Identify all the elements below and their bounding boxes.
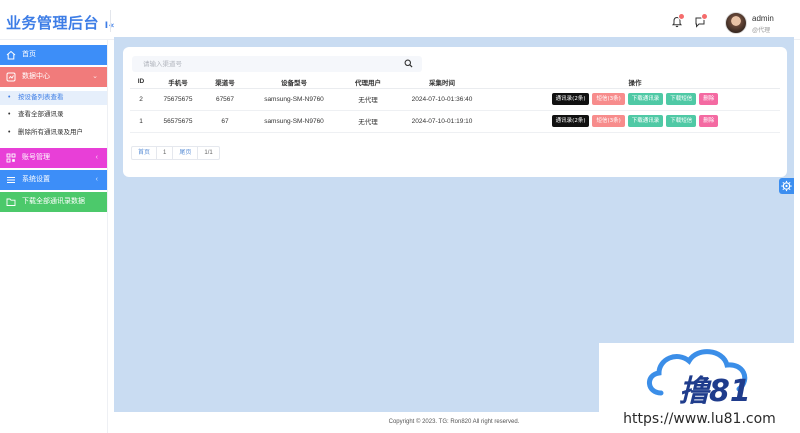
watermark: 撸81 https://www.lu81.com xyxy=(599,343,800,433)
sidebar-subitem-label: 查看全部通讯录 xyxy=(18,111,64,118)
delete-button[interactable]: 删除 xyxy=(699,115,719,127)
search-input[interactable] xyxy=(132,56,422,72)
contacts-button[interactable]: 通讯录(2条) xyxy=(551,93,590,105)
cell-id: 1 xyxy=(130,110,152,133)
pagination-first[interactable]: 首页 xyxy=(132,147,158,159)
notification-badge xyxy=(678,13,685,20)
cell-agent: 无代理 xyxy=(342,88,394,111)
bullet-icon: • xyxy=(8,129,11,136)
pagination-summary: 1/1 xyxy=(204,150,213,156)
sidebar-item-label: 数据中心 xyxy=(22,73,50,80)
app-title-text: 业务管理后台 xyxy=(6,14,100,32)
bullet-icon: • xyxy=(8,94,11,101)
sms-button[interactable]: 短信(3条) xyxy=(592,115,625,127)
gear-icon xyxy=(781,180,792,192)
row-actions: 通讯录(2条) 短信(3条) 下载通讯录 下载短信 删除 xyxy=(490,115,780,127)
settings-float-button[interactable] xyxy=(779,178,794,194)
table-header-row: ID 手机号 渠道号 设备型号 代理用户 采集时间 操作 xyxy=(130,76,780,89)
sidebar-item-label: 首页 xyxy=(22,51,36,58)
sidebar-subitem-delete-all[interactable]: • 删除所有通讯录及用户 xyxy=(0,126,107,140)
avatar[interactable] xyxy=(725,12,747,34)
download-contacts-button[interactable]: 下载通讯录 xyxy=(627,93,664,105)
column-header-agent: 代理用户 xyxy=(342,76,394,89)
column-header-actions: 操作 xyxy=(490,76,780,89)
sidebar-item-settings[interactable]: 系统设置 ‹ xyxy=(0,170,107,190)
sidebar-item-home[interactable]: 首页 xyxy=(0,45,107,65)
message-badge xyxy=(701,13,708,20)
watermark-url: https://www.lu81.com xyxy=(623,411,776,427)
search-icon[interactable] xyxy=(404,59,413,68)
user-role: @代理 xyxy=(752,28,771,34)
watermark-brand: 撸81 xyxy=(679,374,751,409)
pagination-last[interactable]: 尾页 xyxy=(173,147,199,159)
cell-time: 2024-07-10-01:36:40 xyxy=(394,88,490,111)
sidebar-item-download-all[interactable]: 下载全部通讯录数据 xyxy=(0,192,107,212)
cell-id: 2 xyxy=(130,88,152,111)
qr-icon xyxy=(6,153,16,163)
pagination-current[interactable]: 1 xyxy=(157,147,174,159)
column-header-time: 采集时间 xyxy=(394,76,490,89)
cell-time: 2024-07-10-01:19:10 xyxy=(394,110,490,133)
cell-device: samsung-SM-N9760 xyxy=(246,110,342,133)
column-header-channel: 渠道号 xyxy=(204,76,246,89)
cell-actions: 通讯录(2条) 短信(3条) 下载通讯录 下载短信 删除 xyxy=(490,110,780,133)
bullet-icon: • xyxy=(8,111,11,118)
copyright-text: Copyright © 2023. TG: Ron820 All right r… xyxy=(388,419,520,425)
user-name[interactable]: admin xyxy=(752,14,774,23)
column-header-phone: 手机号 xyxy=(152,76,204,89)
device-table: ID 手机号 渠道号 设备型号 代理用户 采集时间 操作 2 75675675 … xyxy=(130,76,780,133)
folder-icon xyxy=(6,198,16,206)
chevron-left-icon: ‹ xyxy=(95,176,98,183)
table-row: 1 56575675 67 samsung-SM-N9760 无代理 2024-… xyxy=(130,110,780,133)
sidebar-item-label: 系统设置 xyxy=(22,176,50,183)
row-actions: 通讯录(2条) 短信(3条) 下载通讯录 下载短信 删除 xyxy=(490,93,780,105)
sidebar-subitem-label: 删除所有通讯录及用户 xyxy=(18,129,83,136)
app-title: 业务管理后台 I« xyxy=(6,12,115,33)
sms-button[interactable]: 短信(3条) xyxy=(592,93,625,105)
contacts-button[interactable]: 通讯录(2条) xyxy=(551,115,590,127)
sidebar-item-label: 下载全部通讯录数据 xyxy=(22,198,85,205)
table-row: 2 75675675 67567 samsung-SM-N9760 无代理 20… xyxy=(130,88,780,111)
header-divider xyxy=(110,10,111,32)
cell-channel: 67 xyxy=(204,110,246,133)
download-contacts-button[interactable]: 下载通讯录 xyxy=(627,115,664,127)
cell-phone: 75675675 xyxy=(152,88,204,111)
sidebar-item-label: 账号管理 xyxy=(22,154,50,161)
download-sms-button[interactable]: 下载短信 xyxy=(666,93,697,105)
download-sms-button[interactable]: 下载短信 xyxy=(666,115,697,127)
sidebar-subitem-all-contacts[interactable]: • 查看全部通讯录 xyxy=(0,108,107,122)
cell-channel: 67567 xyxy=(204,88,246,111)
sidebar-subitem-device-list[interactable]: • 按设备列表查看 xyxy=(0,91,107,105)
cell-device: samsung-SM-N9760 xyxy=(246,88,342,111)
sidebar-item-data-center[interactable]: 数据中心 ⌄ xyxy=(0,67,107,87)
top-bar: 业务管理后台 I« admin @代理 xyxy=(0,0,800,40)
cell-agent: 无代理 xyxy=(342,110,394,133)
list-icon xyxy=(7,177,15,183)
column-header-device: 设备型号 xyxy=(246,76,342,89)
watermark-logo: 撸81 xyxy=(647,349,751,409)
chevron-left-icon: ‹ xyxy=(95,154,98,161)
data-icon xyxy=(6,72,16,82)
cell-phone: 56575675 xyxy=(152,110,204,133)
sidebar-subitem-label: 按设备列表查看 xyxy=(18,94,64,101)
home-icon xyxy=(6,50,16,60)
sidebar-item-accounts[interactable]: 账号管理 ‹ xyxy=(0,148,107,168)
chevron-down-icon: ⌄ xyxy=(92,73,98,80)
column-header-id: ID xyxy=(130,76,152,89)
cell-actions: 通讯录(2条) 短信(3条) 下载通讯录 下载短信 删除 xyxy=(490,88,780,111)
delete-button[interactable]: 删除 xyxy=(699,93,719,105)
pagination: 首页 1 尾页 1/1 xyxy=(131,146,220,160)
